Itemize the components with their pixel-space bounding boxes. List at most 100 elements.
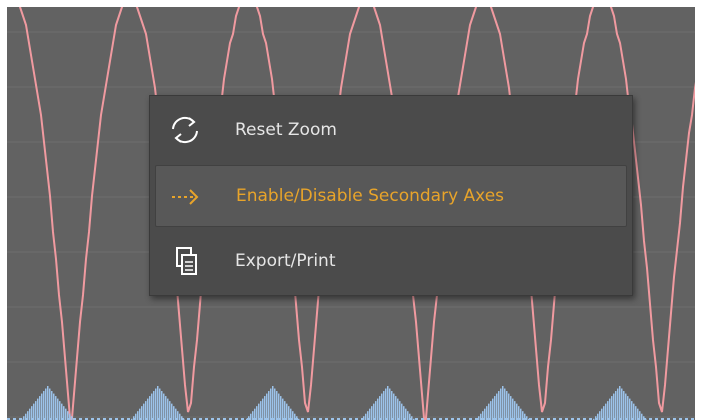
secondary-series-bar <box>611 396 613 420</box>
secondary-series-bar <box>514 401 516 420</box>
secondary-series-bar <box>498 391 500 420</box>
secondary-series-bar <box>502 386 504 420</box>
export-print-menu-item[interactable]: Export/Print <box>155 230 627 292</box>
secondary-series-bar <box>508 393 510 420</box>
secondary-series-bar <box>492 398 494 420</box>
secondary-series-bar <box>63 406 65 420</box>
secondary-series-bar <box>484 408 486 420</box>
secondary-series-bar <box>171 403 173 420</box>
enable-disable-secondary-axes-menu-item[interactable]: Enable/Disable Secondary Axes <box>155 165 627 227</box>
secondary-series-bar <box>504 388 506 420</box>
secondary-series-bar <box>51 391 53 420</box>
secondary-series-bar <box>268 391 270 420</box>
secondary-series-bar <box>609 398 611 420</box>
secondary-series-bar <box>274 388 276 420</box>
secondary-series-bar <box>163 393 165 420</box>
secondary-series-bar <box>401 403 403 420</box>
secondary-series-bar <box>371 406 373 420</box>
secondary-series-bar <box>39 396 41 420</box>
secondary-series-bar <box>486 406 488 420</box>
secondary-series-bar <box>623 391 625 420</box>
secondary-series-bar <box>516 403 518 420</box>
secondary-series-bar <box>490 401 492 420</box>
secondary-series-bar <box>167 398 169 420</box>
secondary-series-bar <box>272 386 274 420</box>
reset-zoom-label: Reset Zoom <box>235 120 337 140</box>
secondary-series-bar <box>605 403 607 420</box>
secondary-series-bar <box>615 391 617 420</box>
secondary-series-bar <box>256 406 258 420</box>
secondary-series-bar <box>488 403 490 420</box>
dashed-arrow-right-icon <box>168 181 204 213</box>
secondary-series-bar <box>278 393 280 420</box>
secondary-series-bar <box>520 408 522 420</box>
secondary-series-bar <box>385 388 387 420</box>
secondary-series-bar <box>403 406 405 420</box>
secondary-series-bar <box>147 398 149 420</box>
secondary-series-bar <box>500 388 502 420</box>
secondary-series-bar <box>173 406 175 420</box>
secondary-series-bar <box>510 396 512 420</box>
secondary-series-bar <box>633 403 635 420</box>
secondary-series-bar <box>29 408 31 420</box>
secondary-series-bar <box>365 413 367 420</box>
secondary-series-bar <box>151 393 153 420</box>
secondary-series-bar <box>617 388 619 420</box>
secondary-series-bar <box>165 396 167 420</box>
secondary-series-bar <box>391 391 393 420</box>
secondary-series-bar <box>496 393 498 420</box>
reset-zoom-menu-item[interactable]: Reset Zoom <box>155 99 627 161</box>
secondary-series-bar <box>399 401 401 420</box>
secondary-series-bar <box>23 416 25 420</box>
secondary-series-bar <box>506 391 508 420</box>
secondary-series-bar <box>625 393 627 420</box>
secondary-series-bar <box>260 401 262 420</box>
secondary-series-bar <box>153 391 155 420</box>
secondary-series-bar <box>603 406 605 420</box>
secondary-series-bar <box>35 401 37 420</box>
secondary-series-bar <box>169 401 171 420</box>
enable-disable-secondary-axes-label: Enable/Disable Secondary Axes <box>236 186 505 206</box>
export-print-label: Export/Print <box>235 251 336 271</box>
secondary-series-bar <box>280 396 282 420</box>
refresh-icon <box>167 114 203 146</box>
secondary-series-bar <box>149 396 151 420</box>
secondary-series-bar <box>397 398 399 420</box>
secondary-series <box>7 386 695 420</box>
secondary-series-bar <box>53 393 55 420</box>
secondary-series-bar <box>379 396 381 420</box>
secondary-series-bar <box>627 396 629 420</box>
secondary-series-bar <box>512 398 514 420</box>
secondary-series-bar <box>292 411 294 420</box>
secondary-series-bar <box>383 391 385 420</box>
secondary-series-bar <box>494 396 496 420</box>
secondary-series-bar <box>43 391 45 420</box>
secondary-series-bar <box>33 403 35 420</box>
secondary-series-bar <box>266 393 268 420</box>
secondary-series-bar <box>264 396 266 420</box>
secondary-series-bar <box>621 388 623 420</box>
secondary-series-bar <box>31 406 33 420</box>
secondary-series-bar <box>478 416 480 420</box>
secondary-series-bar <box>613 393 615 420</box>
secondary-series-bar <box>137 411 139 420</box>
secondary-series-bar <box>143 403 145 420</box>
secondary-series-bar <box>375 401 377 420</box>
secondary-series-bar <box>159 388 161 420</box>
secondary-series-bar <box>619 386 621 420</box>
secondary-series-bar <box>373 403 375 420</box>
secondary-series-bar <box>381 393 383 420</box>
secondary-series-bar <box>262 398 264 420</box>
secondary-series-bar <box>65 408 67 420</box>
secondary-series-bar <box>49 388 51 420</box>
secondary-series-bar <box>157 386 159 420</box>
secondary-series-bar <box>599 411 601 420</box>
secondary-series-bar <box>387 386 389 420</box>
secondary-series-bar <box>47 386 49 420</box>
secondary-series-bar <box>395 396 397 420</box>
secondary-series-bar <box>59 401 61 420</box>
secondary-series-bar <box>631 401 633 420</box>
secondary-series-bar <box>179 413 181 420</box>
secondary-series-bar <box>250 413 252 420</box>
secondary-series-bar <box>270 388 272 420</box>
